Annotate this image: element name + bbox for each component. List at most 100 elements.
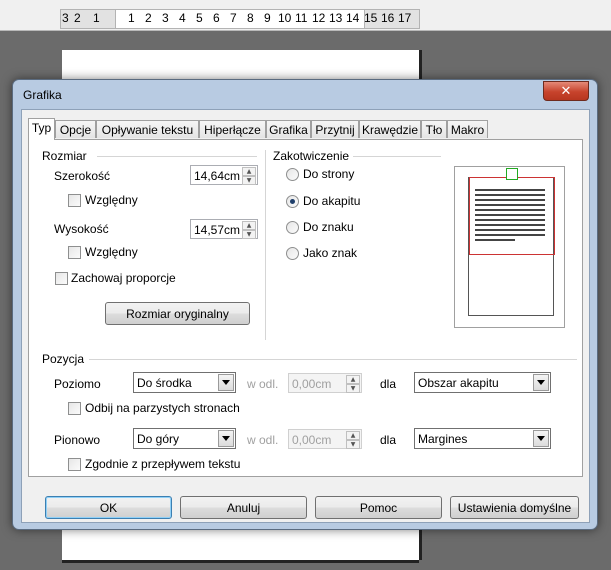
keep-ratio-checkbox[interactable] (55, 272, 68, 285)
defaults-button[interactable]: Ustawienia domyślne (450, 496, 579, 519)
size-heading: Rozmiar (42, 149, 87, 163)
vertical-value: Do góry (137, 432, 180, 446)
h-by-spinbox[interactable]: 0,00cm ▲ ▼ (288, 373, 362, 393)
cancel-button[interactable]: Anuluj (180, 496, 307, 519)
width-label: Szerokość (54, 169, 111, 183)
anchor-char-radio[interactable] (286, 221, 299, 234)
close-button[interactable]: ✕ (543, 81, 589, 101)
h-by-label: w odl. (247, 377, 279, 391)
ruler-number: 14 (346, 11, 360, 25)
preview-line (475, 194, 545, 196)
ruler-number: 15 (364, 11, 378, 25)
spin-up-icon[interactable]: ▲ (346, 375, 360, 384)
tab-opcje[interactable]: Opcje (55, 120, 96, 138)
spin-up-icon[interactable]: ▲ (346, 431, 360, 440)
v-by-spin-arrows[interactable]: ▲ ▼ (346, 431, 360, 449)
anchor-page-radio[interactable] (286, 168, 299, 181)
anchor-char-label: Do znaku (303, 220, 354, 234)
ruler-number: 10 (278, 11, 292, 25)
preview-line (475, 199, 545, 201)
h-to-combo[interactable]: Obszar akapitu (414, 372, 551, 393)
v-by-spinbox[interactable]: 0,00cm ▲ ▼ (288, 429, 362, 449)
height-value: 14,57cm (194, 223, 241, 237)
width-relative-checkbox[interactable] (68, 194, 81, 207)
h-to-value: Obszar akapitu (418, 376, 499, 390)
h-by-spin-arrows[interactable]: ▲ ▼ (346, 375, 360, 393)
preview-line (475, 204, 545, 206)
preview-line (475, 214, 545, 216)
position-separator (89, 359, 577, 360)
tab-macro[interactable]: Makro (447, 120, 488, 138)
anchor-as-char-radio[interactable] (286, 247, 299, 260)
horizontal-ruler[interactable]: 3 2 1 1 2 3 4 5 6 7 8 9 10 11 12 13 14 1… (0, 0, 611, 31)
ruler-number: 1 (128, 11, 135, 25)
h-by-value: 0,00cm (292, 377, 332, 391)
v-to-value: Margines (418, 432, 468, 446)
tab-background[interactable]: Tło (421, 120, 447, 138)
anchor-paragraph-label: Do akapitu (303, 194, 361, 208)
ruler-number: 17 (398, 11, 412, 25)
ruler-number: 12 (312, 11, 326, 25)
preview-line (475, 209, 545, 211)
tab-wrap[interactable]: Opływanie tekstu (96, 120, 199, 138)
ruler-number: 9 (264, 11, 271, 25)
horizontal-combo[interactable]: Do środka (133, 372, 236, 393)
dropdown-button[interactable] (533, 374, 549, 391)
anchor-paragraph-radio[interactable] (286, 195, 299, 208)
anchor-separator (353, 156, 441, 157)
spin-down-icon[interactable]: ▼ (242, 176, 256, 185)
tab-hyperlink[interactable]: Hiperłącze (199, 120, 266, 138)
close-icon: ✕ (560, 83, 572, 99)
v-to-label: dla (380, 433, 397, 447)
follow-flow-checkbox[interactable] (68, 458, 81, 471)
ruler-number: 3 (62, 11, 69, 25)
height-label: Wysokość (54, 222, 109, 236)
width-spinbox[interactable]: 14,64cm ▲ ▼ (190, 165, 258, 185)
horizontal-label: Poziomo (54, 377, 101, 391)
tab-borders[interactable]: Krawędzie (359, 120, 421, 138)
tab-crop[interactable]: Przytnij (311, 120, 359, 138)
width-spin-arrows[interactable]: ▲ ▼ (242, 167, 256, 185)
size-separator (97, 156, 257, 157)
ruler-number: 2 (74, 11, 81, 25)
position-heading: Pozycja (42, 352, 85, 366)
dropdown-button[interactable] (218, 430, 234, 447)
dropdown-button[interactable] (218, 374, 234, 391)
ruler-number: 11 (295, 11, 308, 25)
horizontal-value: Do środka (137, 376, 192, 390)
preview-line (475, 224, 545, 226)
anchor-heading: Zakotwiczenie (273, 149, 350, 163)
height-spin-arrows[interactable]: ▲ ▼ (242, 221, 256, 239)
spin-up-icon[interactable]: ▲ (242, 167, 256, 176)
height-relative-checkbox[interactable] (68, 246, 81, 259)
original-size-button[interactable]: Rozmiar oryginalny (105, 302, 250, 325)
height-relative-label: Względny (85, 245, 138, 259)
keep-ratio-label: Zachowaj proporcje (71, 271, 176, 285)
ruler-number: 16 (381, 11, 395, 25)
dropdown-button[interactable] (533, 430, 549, 447)
preview-line (475, 189, 545, 191)
preview-graphic (506, 168, 518, 180)
help-button[interactable]: Pomoc (315, 496, 442, 519)
ruler-number: 3 (162, 11, 169, 25)
mirror-label: Odbij na parzystych stronach (85, 401, 240, 415)
ruler-number: 6 (213, 11, 220, 25)
preview-line (475, 229, 545, 231)
v-to-combo[interactable]: Margines (414, 428, 551, 449)
graphics-dialog: Grafika ✕ Typ Opcje Opływanie tekstu Hip… (12, 79, 598, 530)
ruler-number: 1 (93, 11, 100, 25)
height-spinbox[interactable]: 14,57cm ▲ ▼ (190, 219, 258, 239)
spin-up-icon[interactable]: ▲ (242, 221, 256, 230)
tab-graphics[interactable]: Grafika (266, 120, 311, 138)
vertical-combo[interactable]: Do góry (133, 428, 236, 449)
mirror-checkbox[interactable] (68, 402, 81, 415)
width-relative-label: Względny (85, 193, 138, 207)
tab-typ[interactable]: Typ (28, 118, 55, 140)
preview-line (475, 219, 545, 221)
spin-down-icon[interactable]: ▼ (346, 440, 360, 449)
spin-down-icon[interactable]: ▼ (242, 230, 256, 239)
anchor-as-char-label: Jako znak (303, 246, 358, 260)
spin-down-icon[interactable]: ▼ (346, 384, 360, 393)
ok-button[interactable]: OK (45, 496, 172, 519)
chevron-down-icon (222, 380, 230, 385)
